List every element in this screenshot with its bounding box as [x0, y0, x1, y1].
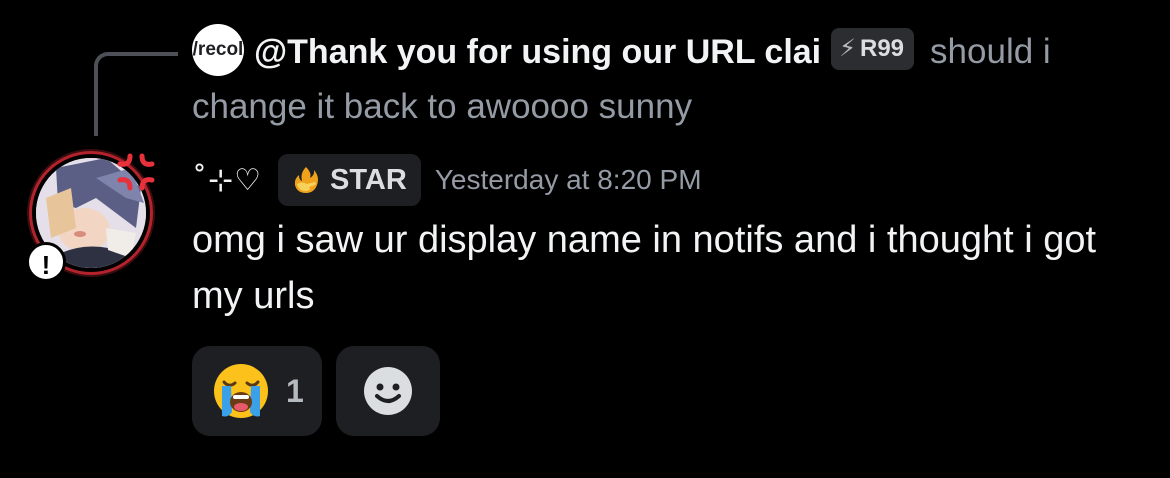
server-tag-label: STAR: [330, 163, 407, 196]
reaction-loudly-crying[interactable]: 1: [192, 346, 322, 436]
loudly-crying-face-icon: [214, 364, 268, 418]
message-content: omg i saw ur display name in notifs and …: [192, 219, 1097, 317]
timestamp[interactable]: Yesterday at 8:20 PM: [435, 164, 702, 196]
smiley-face-icon: [364, 367, 412, 415]
server-tag[interactable]: STAR: [278, 154, 421, 206]
reply-author-name[interactable]: @Thank you for using our URL clai: [254, 33, 821, 71]
fire-hand-icon: [294, 167, 319, 193]
reply-connector-line: [94, 52, 178, 136]
reply-author-tag-label: R99: [860, 35, 905, 63]
reaction-count: 1: [286, 372, 304, 409]
reply-author-avatar[interactable]: /recol: [192, 24, 244, 77]
add-reaction-button[interactable]: [336, 346, 440, 436]
exclamation-icon: !: [26, 242, 66, 282]
reaction-bar: 1: [192, 346, 440, 436]
message-header: ˚⊹♡ STAR Yesterday at 8:20 PM: [192, 152, 702, 208]
lightning-icon: ⚡: [839, 35, 856, 63]
avatar[interactable]: !: [26, 148, 156, 288]
reply-preview[interactable]: /recol @Thank you for using our URL clai ⚡…: [192, 24, 1152, 133]
username[interactable]: ˚⊹♡: [192, 163, 262, 198]
anger-symbol-icon: [117, 153, 155, 191]
reply-author-tag: ⚡ R99: [831, 28, 915, 71]
